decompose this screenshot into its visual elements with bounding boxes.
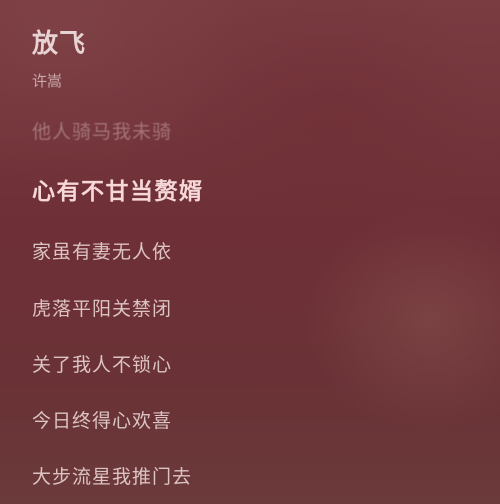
lyrics-list: 他人骑马我未骑 心有不甘当赘婿 家虽有妻无人依 虎落平阳关禁闭 关了我人不锁心 … [32,0,472,504]
lyric-line[interactable]: 大步流星我推门去 [32,463,192,491]
lyric-line[interactable]: 家虽有妻无人依 [32,238,172,266]
lyric-line-past[interactable]: 他人骑马我未骑 [32,118,172,146]
lyric-line[interactable]: 关了我人不锁心 [32,351,172,379]
lyric-line[interactable]: 今日终得心欢喜 [32,407,172,435]
lyrics-screen: 放飞 许嵩 他人骑马我未骑 心有不甘当赘婿 家虽有妻无人依 虎落平阳关禁闭 关了… [0,0,500,504]
lyric-line-current[interactable]: 心有不甘当赘婿 [32,176,204,208]
lyric-line[interactable]: 虎落平阳关禁闭 [32,295,172,323]
